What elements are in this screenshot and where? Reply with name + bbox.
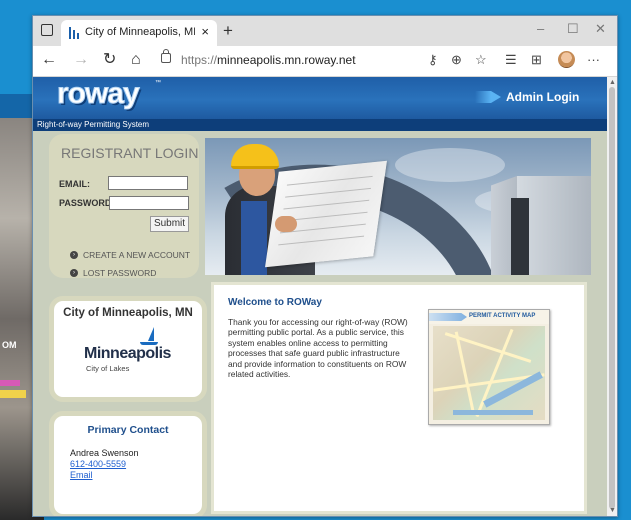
map-arrow-icon xyxy=(429,313,467,321)
contact-title: Primary Contact xyxy=(87,424,169,436)
browser-tab[interactable]: City of Minneapolis, MN | ROWay × xyxy=(61,20,217,46)
background-text: OM xyxy=(2,340,17,350)
zoom-icon[interactable]: ⊕ xyxy=(451,52,462,68)
web-page: roway ™ Admin Login Right-of-way Permitt… xyxy=(33,77,607,516)
roway-logo[interactable]: roway xyxy=(57,77,141,111)
home-icon[interactable]: ⌂ xyxy=(131,51,141,69)
contact-email-link[interactable]: Email xyxy=(70,470,93,480)
password-field[interactable] xyxy=(109,196,189,210)
navigation-bar: ← → ↻ ⌂ https://minneapolis.mn.roway.net… xyxy=(33,46,617,77)
site-header: roway ™ Admin Login xyxy=(33,77,607,119)
city-title: City of Minneapolis, MN xyxy=(63,307,193,319)
contact-name: Andrea Swenson xyxy=(70,448,139,458)
favorites-icon[interactable]: ☰ xyxy=(505,52,517,68)
new-tab-button[interactable]: + xyxy=(223,21,233,41)
tab-actions-icon[interactable] xyxy=(41,24,53,36)
hero-banner xyxy=(205,138,591,275)
welcome-text: Thank you for accessing our right-of-way… xyxy=(228,317,408,380)
logo-trademark: ™ xyxy=(155,80,161,86)
welcome-panel: Welcome to ROWay Thank you for accessing… xyxy=(211,282,587,514)
arrow-bullet-icon: › xyxy=(70,269,78,277)
sailboat-icon xyxy=(148,327,154,341)
address-bar[interactable]: https://minneapolis.mn.roway.net xyxy=(181,53,356,67)
maximize-button[interactable]: ☐ xyxy=(567,21,579,37)
close-window-button[interactable]: ✕ xyxy=(595,21,606,37)
email-label: EMAIL: xyxy=(59,179,90,189)
tagline: Right-of-way Permitting System xyxy=(37,120,150,129)
map-thumbnail xyxy=(433,326,545,420)
arrow-bullet-icon: › xyxy=(70,251,78,259)
tab-close-icon[interactable]: × xyxy=(201,24,209,39)
contact-panel: Primary Contact Andrea Swenson 612-400-5… xyxy=(49,411,207,516)
more-menu-icon[interactable]: ··· xyxy=(587,52,600,67)
welcome-title: Welcome to ROWay xyxy=(228,297,322,308)
background-yellow-bar xyxy=(0,390,26,398)
admin-login-link[interactable]: Admin Login xyxy=(506,90,579,104)
collections-icon[interactable]: ⊞ xyxy=(531,52,542,68)
scroll-up-icon[interactable]: ▲ xyxy=(609,79,616,86)
map-banner: PERMIT ACTIVITY MAP xyxy=(429,310,549,324)
tab-title: City of Minneapolis, MN | ROWay xyxy=(85,26,195,38)
scroll-down-icon[interactable]: ▼ xyxy=(609,507,616,514)
lost-password-link[interactable]: LOST PASSWORD xyxy=(83,268,156,278)
map-label: PERMIT ACTIVITY MAP xyxy=(469,313,536,319)
submit-button[interactable]: Submit xyxy=(150,216,189,232)
key-icon[interactable]: ⚷ xyxy=(428,52,438,68)
roway-favicon-icon xyxy=(69,27,79,39)
contact-phone-link[interactable]: 612-400-5559 xyxy=(70,459,126,469)
lock-icon[interactable] xyxy=(161,49,171,63)
background-pink-bar xyxy=(0,380,20,386)
scroll-thumb[interactable] xyxy=(609,87,615,509)
create-account-link[interactable]: CREATE A NEW ACCOUNT xyxy=(83,250,190,260)
city-panel: City of Minneapolis, MN Minneapolis City… xyxy=(49,296,207,402)
minneapolis-logo-subtitle: City of Lakes xyxy=(86,364,130,373)
permit-activity-map-link[interactable]: PERMIT ACTIVITY MAP xyxy=(428,309,550,425)
password-label: PASSWORD: xyxy=(59,198,115,208)
forward-icon[interactable]: → xyxy=(73,51,89,69)
email-field[interactable] xyxy=(108,176,188,190)
minneapolis-logo: Minneapolis xyxy=(84,345,171,362)
login-title: REGISTRANT LOGIN xyxy=(61,145,199,161)
profile-avatar[interactable] xyxy=(558,51,575,68)
refresh-icon[interactable]: ↻ xyxy=(103,51,116,69)
tab-bar: City of Minneapolis, MN | ROWay × + – ☐ … xyxy=(33,16,617,46)
site-subheader: Right-of-way Permitting System xyxy=(33,119,607,131)
hard-hat-icon xyxy=(231,144,279,169)
back-icon[interactable]: ← xyxy=(41,51,57,69)
scrollbar[interactable]: ▲ ▼ xyxy=(607,77,617,516)
favorite-add-icon[interactable]: ☆ xyxy=(475,52,487,68)
minimize-button[interactable]: – xyxy=(537,21,544,36)
registrant-login-panel: REGISTRANT LOGIN EMAIL: PASSWORD: Submit… xyxy=(49,134,199,278)
arrow-icon xyxy=(475,91,501,103)
browser-window: City of Minneapolis, MN | ROWay × + – ☐ … xyxy=(32,15,618,517)
